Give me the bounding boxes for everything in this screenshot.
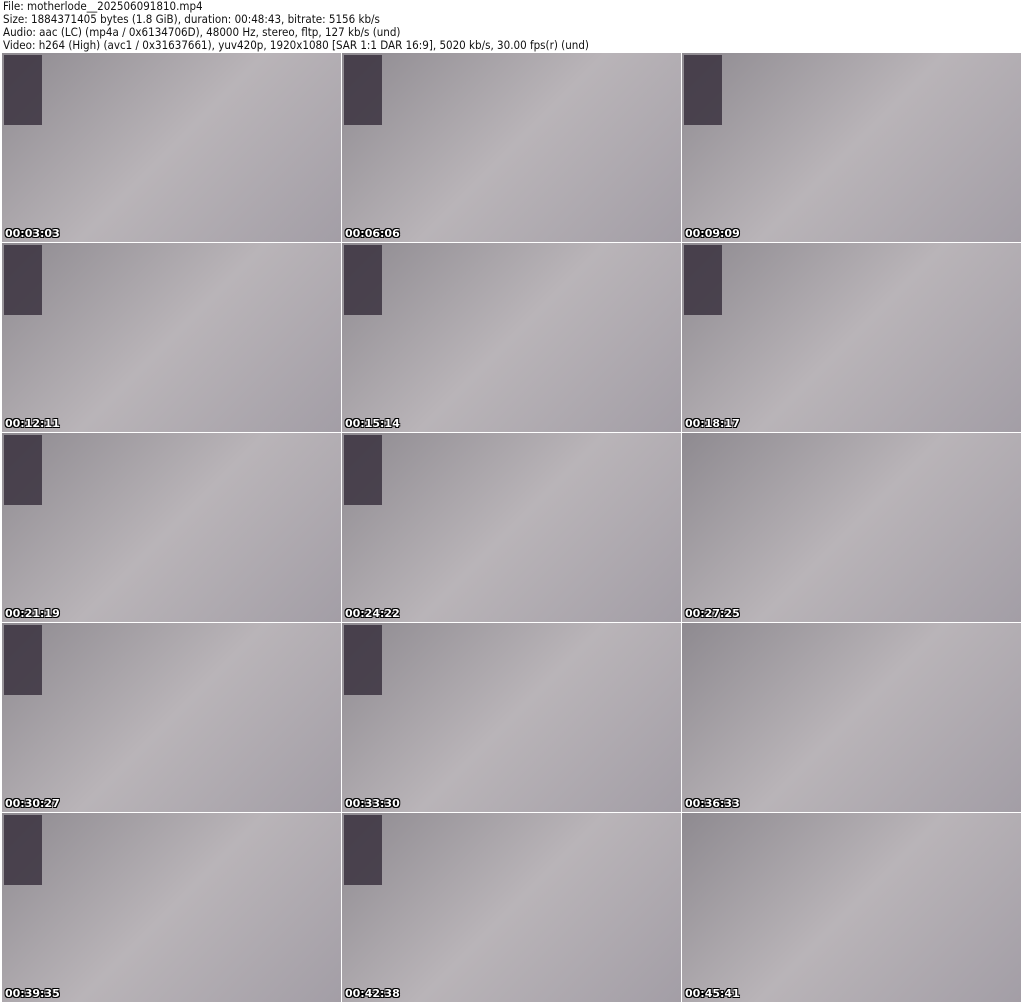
stream-overlay-panel xyxy=(344,245,382,315)
video-frame-thumbnail[interactable]: 00:12:11 xyxy=(2,243,341,432)
frame-timestamp: 00:18:17 xyxy=(685,417,740,430)
video-frame-thumbnail[interactable]: 00:15:14 xyxy=(342,243,681,432)
stream-overlay-panel xyxy=(344,625,382,695)
stream-overlay-panel xyxy=(4,435,42,505)
file-info-header: File: motherlode__202506091810.mp4 Size:… xyxy=(3,0,589,52)
stream-overlay-panel xyxy=(684,55,722,125)
frame-timestamp: 00:06:06 xyxy=(345,227,400,240)
video-frame-thumbnail[interactable]: 00:24:22 xyxy=(342,433,681,622)
frame-timestamp: 00:30:27 xyxy=(5,797,60,810)
frame-timestamp: 00:39:35 xyxy=(5,987,60,1000)
video-frame-thumbnail[interactable]: 00:18:17 xyxy=(682,243,1021,432)
frame-timestamp: 00:33:30 xyxy=(345,797,400,810)
stream-overlay-panel xyxy=(684,245,722,315)
video-frame-thumbnail[interactable]: 00:06:06 xyxy=(342,53,681,242)
video-frame-thumbnail[interactable]: 00:09:09 xyxy=(682,53,1021,242)
frame-timestamp: 00:36:33 xyxy=(685,797,740,810)
frame-timestamp: 00:42:38 xyxy=(345,987,400,1000)
thumbnail-grid: 00:03:03 00:06:06 00:09:09 00:12:11 00:15:14… xyxy=(2,53,1021,1002)
stream-overlay-panel xyxy=(4,55,42,125)
video-frame-thumbnail[interactable]: 00:21:19 xyxy=(2,433,341,622)
video-frame-thumbnail[interactable]: 00:27:25 xyxy=(682,433,1021,622)
video-frame-thumbnail[interactable]: 00:45:41 xyxy=(682,813,1021,1002)
video-frame-thumbnail[interactable]: 00:33:30 xyxy=(342,623,681,812)
stream-overlay-panel xyxy=(344,55,382,125)
stream-overlay-panel xyxy=(4,245,42,315)
video-info: Video: h264 (High) (avc1 / 0x31637661), … xyxy=(3,38,589,52)
frame-timestamp: 00:24:22 xyxy=(345,607,400,620)
stream-overlay-panel xyxy=(344,815,382,885)
video-frame-thumbnail[interactable]: 00:39:35 xyxy=(2,813,341,1002)
video-frame-thumbnail[interactable]: 00:42:38 xyxy=(342,813,681,1002)
video-frame-thumbnail[interactable]: 00:36:33 xyxy=(682,623,1021,812)
frame-timestamp: 00:27:25 xyxy=(685,607,740,620)
stream-overlay-panel xyxy=(344,435,382,505)
frame-timestamp: 00:12:11 xyxy=(5,417,60,430)
stream-overlay-panel xyxy=(4,815,42,885)
video-frame-thumbnail[interactable]: 00:03:03 xyxy=(2,53,341,242)
frame-timestamp: 00:45:41 xyxy=(685,987,740,1000)
video-frame-thumbnail[interactable]: 00:30:27 xyxy=(2,623,341,812)
frame-timestamp: 00:21:19 xyxy=(5,607,60,620)
frame-timestamp: 00:03:03 xyxy=(5,227,60,240)
frame-timestamp: 00:09:09 xyxy=(685,227,740,240)
stream-overlay-panel xyxy=(4,625,42,695)
frame-timestamp: 00:15:14 xyxy=(345,417,400,430)
